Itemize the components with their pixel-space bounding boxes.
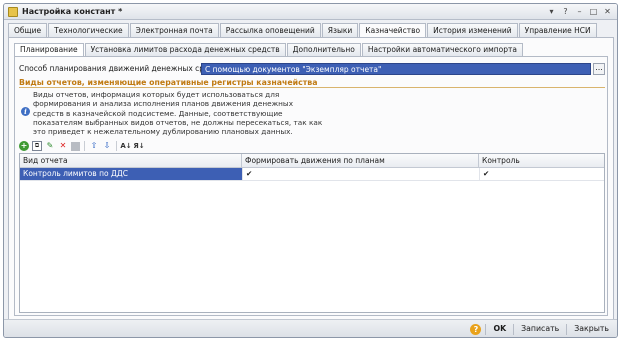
sub-tabs: Планирование Установка лимитов расхода д… <box>14 43 524 57</box>
close-button[interactable]: Закрыть <box>571 323 612 335</box>
sort-desc-icon[interactable]: Я↓ <box>133 141 144 151</box>
tab-planning[interactable]: Планирование <box>14 43 84 57</box>
title-bar: Настройка констант * ▾ ? – □ ✕ <box>4 4 617 20</box>
minimize-icon[interactable]: – <box>574 6 585 17</box>
group-divider <box>19 87 605 88</box>
table-row[interactable]: Контроль лимитов по ДДС ✔ ✔ <box>20 168 604 181</box>
info-text: Виды отчетов, информация которых будет и… <box>33 90 323 137</box>
help-icon[interactable]: ? <box>470 323 482 335</box>
column-header-control[interactable]: Контроль <box>479 154 606 168</box>
table-header: Вид отчета Формировать движения по плана… <box>20 154 604 168</box>
treasury-panel: Планирование Установка лимитов расхода д… <box>8 37 614 320</box>
window-menu-icon[interactable]: ▾ <box>546 6 557 17</box>
footer-separator <box>566 323 568 335</box>
table-toolbar: + ⧉ ✎ ✕ ⇧ ⇩ A↓ Я↓ <box>19 140 145 152</box>
tab-treasury[interactable]: Казначейство <box>359 23 427 38</box>
planning-page: Способ планирования движений денежных ср… <box>14 56 608 316</box>
planning-method-label: Способ планирования движений денежных ср… <box>19 64 230 73</box>
tab-change-history[interactable]: История изменений <box>427 23 518 37</box>
tab-limits[interactable]: Установка лимитов расхода денежных средс… <box>84 43 286 56</box>
tab-auto-import[interactable]: Настройки автоматического импорта <box>361 43 523 56</box>
planning-method-field[interactable]: С помощью документов "Экземпляр отчета" <box>201 63 591 75</box>
copy-icon[interactable]: ⧉ <box>32 141 42 151</box>
planning-method-select-button[interactable]: ... <box>593 63 605 75</box>
window-help-icon[interactable]: ? <box>560 6 571 17</box>
add-icon[interactable]: + <box>19 141 29 151</box>
tab-notifications[interactable]: Рассылка оповещений <box>219 23 321 37</box>
planning-method-row: Способ планирования движений денежных ср… <box>19 63 605 75</box>
main-tabs: Общие Технологические Электронная почта … <box>8 23 613 38</box>
tab-email[interactable]: Электронная почта <box>129 23 219 37</box>
tab-technological[interactable]: Технологические <box>48 23 129 37</box>
control-checkbox[interactable]: ✔ <box>479 168 606 180</box>
tab-languages[interactable]: Языки <box>321 23 359 37</box>
tab-general[interactable]: Общие <box>8 23 48 37</box>
window-title: Настройка констант * <box>22 7 123 16</box>
toolbar-separator <box>116 141 117 151</box>
form-icon <box>8 7 18 17</box>
form-by-plans-checkbox[interactable]: ✔ <box>242 168 479 180</box>
cell-report-type[interactable]: Контроль лимитов по ДДС <box>20 168 242 180</box>
move-up-icon[interactable]: ⇧ <box>89 141 99 151</box>
constants-settings-window: Настройка констант * ▾ ? – □ ✕ Общие Тех… <box>3 3 618 338</box>
group-title: Виды отчетов, изменяющие оперативные рег… <box>19 78 318 87</box>
report-types-table[interactable]: Вид отчета Формировать движения по плана… <box>19 153 605 313</box>
window-controls: ▾ ? – □ ✕ <box>546 6 613 17</box>
close-icon[interactable]: ✕ <box>602 6 613 17</box>
footer-bar: ? OK Записать Закрыть <box>4 319 617 337</box>
footer-buttons: ? OK Записать Закрыть <box>470 323 612 335</box>
delete-icon[interactable]: ✕ <box>58 141 68 151</box>
column-header-form-by-plans[interactable]: Формировать движения по планам <box>242 154 479 168</box>
footer-separator <box>513 323 515 335</box>
ok-button[interactable]: OK <box>490 323 509 335</box>
maximize-icon[interactable]: □ <box>588 6 599 17</box>
tab-mdm[interactable]: Управление НСИ <box>518 23 597 37</box>
tab-additional[interactable]: Дополнительно <box>286 43 361 56</box>
sort-asc-icon[interactable]: A↓ <box>120 141 131 151</box>
footer-separator <box>485 323 487 335</box>
column-header-report-type[interactable]: Вид отчета <box>20 154 242 168</box>
save-button[interactable]: Записать <box>518 323 562 335</box>
toolbar-separator <box>84 141 85 151</box>
edit-icon[interactable]: ✎ <box>45 141 55 151</box>
move-down-icon[interactable]: ⇩ <box>102 141 112 151</box>
disabled-icon <box>71 141 80 151</box>
info-icon: i <box>21 107 30 116</box>
